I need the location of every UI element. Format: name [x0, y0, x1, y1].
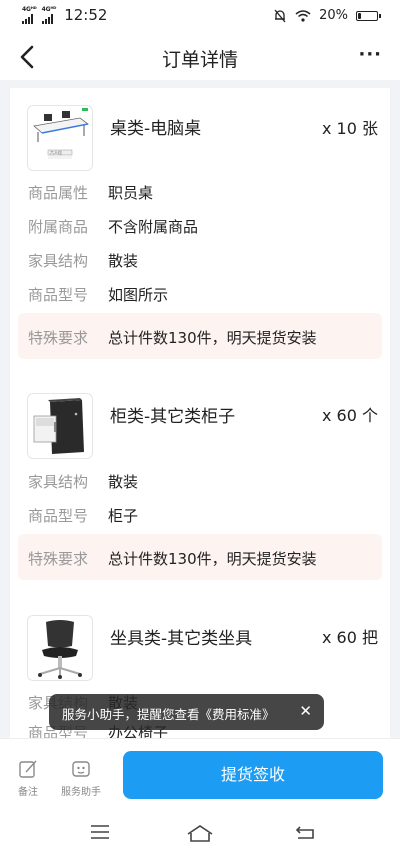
attr-row: 商品属性 职员桌 [28, 182, 153, 203]
special-requirement: 特殊要求 总计件数130件，明天提货安装 [18, 313, 382, 359]
mute-bell-icon [274, 9, 286, 22]
special-requirement: 特殊要求 总计件数130件，明天提货安装 [18, 534, 382, 580]
attr-row: 家具结构 散装 [28, 250, 138, 271]
cabinet-image [33, 398, 84, 454]
menu-icon[interactable] [90, 824, 110, 840]
pickup-sign-button[interactable]: 提货签收 [123, 751, 383, 799]
attr-value: 散装 [108, 473, 139, 491]
attr-value: 如图所示 [108, 286, 169, 304]
attr-key: 家具结构 [28, 252, 89, 270]
product-thumbnail: 六人位 [27, 105, 93, 171]
attr-key: 商品型号 [28, 286, 89, 304]
order-detail-content[interactable]: 六人位 桌类-电脑桌 x 10 张 商品属性 职员桌 附属商品 不含附属商品 家具结… [0, 80, 400, 738]
product-quantity: x 60 个 [321, 406, 378, 425]
product-thumbnail [27, 615, 93, 681]
attr-key: 附属商品 [28, 218, 89, 236]
nav-bar: 订单详情 ··· [0, 34, 400, 80]
special-value: 总计件数130件，明天提货安装 [108, 550, 317, 568]
attr-value: 散装 [108, 252, 139, 270]
attr-value: 不含附属商品 [108, 218, 199, 236]
attr-row: 家具结构 散装 [28, 471, 138, 492]
toast-message[interactable]: 服务小助手，提醒您查看《费用标准》 [62, 704, 275, 723]
assistant-label: 服务助手 [61, 787, 101, 798]
assistant-button[interactable]: 服务助手 [58, 759, 104, 798]
signal-icon-2: 4Gᴴᴰ [41, 6, 56, 24]
back-icon[interactable] [294, 824, 316, 840]
special-key: 特殊要求 [28, 550, 89, 568]
toast-close-button[interactable]: ✕ [299, 702, 312, 720]
attr-row: 商品型号 柜子 [28, 505, 138, 526]
more-menu-button[interactable]: ··· [358, 44, 382, 65]
special-key: 特殊要求 [28, 329, 89, 347]
assistant-toast[interactable]: 服务小助手，提醒您查看《费用标准》 ✕ [49, 694, 324, 730]
assistant-icon [72, 761, 90, 777]
page-title: 订单详情 [161, 49, 238, 71]
clock: 12:52 [64, 6, 108, 24]
system-nav-bar [0, 810, 400, 857]
attr-value: 柜子 [108, 507, 139, 525]
desk-image [33, 108, 89, 159]
special-value: 总计件数130件，明天提货安装 [108, 329, 317, 347]
attr-key: 商品属性 [28, 184, 89, 202]
attr-key: 家具结构 [28, 473, 89, 491]
thumb-caption: 六人位 [50, 150, 62, 155]
product-item: 六人位 桌类-电脑桌 x 10 张 商品属性 职员桌 附属商品 不含附属商品 家具结… [10, 80, 390, 380]
wifi-icon [295, 9, 311, 22]
attr-row: 附属商品 不含附属商品 [28, 216, 198, 237]
chair-image [38, 620, 82, 679]
battery-icon [356, 10, 381, 21]
product-item: 柜类-其它类柜子 x 60 个 家具结构 散装 商品型号 柜子 特殊要求 总计件数1… [10, 380, 390, 600]
product-thumbnail [27, 393, 93, 459]
remark-label: 备注 [18, 787, 38, 798]
attr-row: 商品型号 如图所示 [28, 284, 168, 305]
signal-icon: 4Gᴴᴰ [22, 6, 37, 24]
product-quantity: x 10 张 [321, 119, 378, 138]
home-icon[interactable] [186, 824, 214, 842]
bottom-action-bar: 备注 服务助手 提货签收 [0, 738, 400, 811]
attr-value: 职员桌 [108, 184, 154, 202]
battery-percent: 20% [319, 8, 348, 23]
product-name: 桌类-电脑桌 [110, 119, 202, 139]
edit-note-icon [19, 760, 37, 778]
product-quantity: x 60 把 [321, 628, 378, 647]
remark-button[interactable]: 备注 [8, 759, 48, 798]
attr-key: 商品型号 [28, 507, 89, 525]
product-name: 坐具类-其它类坐具 [110, 629, 253, 649]
status-bar: 4Gᴴᴰ 4Gᴴᴰ 12:52 20% [0, 0, 400, 34]
product-name: 柜类-其它类柜子 [110, 407, 236, 427]
